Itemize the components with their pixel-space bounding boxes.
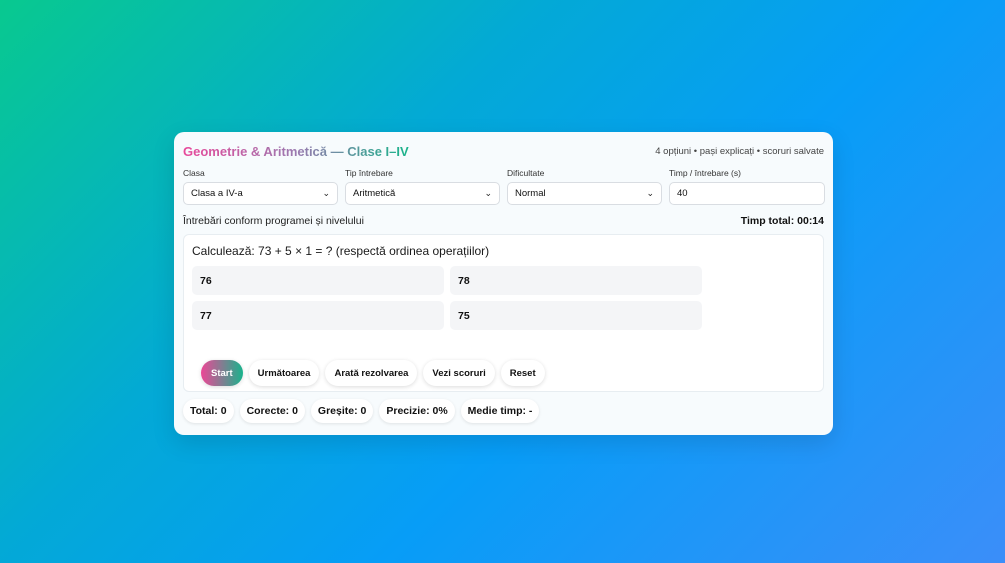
action-buttons: Start Următoarea Arată rezolvarea Vezi s… — [201, 360, 545, 386]
clasa-value: Clasa a IV-a — [191, 188, 243, 199]
timp-input[interactable]: 40 — [669, 182, 825, 205]
app-tagline: 4 opțiuni • pași explicați • scoruri sal… — [655, 145, 824, 157]
question-text: Calculează: 73 + 5 × 1 = ? (respectă ord… — [192, 244, 490, 258]
settings-controls: Clasa Clasa a IV-a ⌄ Tip întrebare Aritm… — [183, 168, 825, 205]
tip-value: Aritmetică — [353, 188, 396, 199]
clasa-control: Clasa Clasa a IV-a ⌄ — [183, 168, 338, 205]
show-solution-button[interactable]: Arată rezolvarea — [325, 360, 418, 386]
chevron-down-icon: ⌄ — [322, 188, 330, 198]
card-header: Geometrie & Aritmetică — Clase I–IV 4 op… — [183, 142, 824, 160]
stat-correct: Corecte: 0 — [239, 399, 305, 423]
tip-label: Tip întrebare — [345, 168, 393, 178]
clasa-select[interactable]: Clasa a IV-a ⌄ — [183, 182, 338, 205]
info-row: Întrebări conform programei și nivelului… — [183, 214, 824, 228]
timp-value: 40 — [677, 188, 688, 199]
question-panel: Calculează: 73 + 5 × 1 = ? (respectă ord… — [183, 234, 824, 392]
stat-precision: Precizie: 0% — [379, 399, 455, 423]
reset-button[interactable]: Reset — [500, 360, 545, 386]
clasa-label: Clasa — [183, 168, 205, 178]
chevron-down-icon: ⌄ — [646, 188, 654, 198]
view-scores-button[interactable]: Vezi scoruri — [423, 360, 495, 386]
next-button[interactable]: Următoarea — [248, 360, 320, 386]
tip-select[interactable]: Aritmetică ⌄ — [345, 182, 500, 205]
stat-total: Total: 0 — [183, 399, 234, 423]
stat-wrong: Greșite: 0 — [310, 399, 374, 423]
dificultate-select[interactable]: Normal ⌄ — [507, 182, 662, 205]
answer-option[interactable]: 77 — [192, 301, 444, 330]
stat-avg-time: Medie timp: - — [460, 399, 540, 423]
answer-option[interactable]: 76 — [192, 266, 444, 295]
dificultate-value: Normal — [515, 188, 546, 199]
answer-option[interactable]: 78 — [450, 266, 702, 295]
dificultate-control: Dificultate Normal ⌄ — [507, 168, 662, 205]
answer-option[interactable]: 75 — [450, 301, 702, 330]
tip-control: Tip întrebare Aritmetică ⌄ — [345, 168, 500, 205]
app-title: Geometrie & Aritmetică — Clase I–IV — [183, 143, 409, 159]
timp-control: Timp / întrebare (s) 40 — [669, 168, 825, 205]
timp-label: Timp / întrebare (s) — [669, 168, 741, 178]
total-timer: Timp total: 00:14 — [740, 215, 824, 227]
start-button[interactable]: Start — [201, 360, 243, 386]
info-text: Întrebări conform programei și nivelului — [183, 215, 364, 227]
chevron-down-icon: ⌄ — [484, 188, 492, 198]
quiz-card: Geometrie & Aritmetică — Clase I–IV 4 op… — [174, 132, 833, 435]
answer-options: 76 78 77 75 — [192, 266, 815, 330]
dificultate-label: Dificultate — [507, 168, 545, 178]
stats-bar: Total: 0 Corecte: 0 Greșite: 0 Precizie:… — [183, 399, 824, 423]
